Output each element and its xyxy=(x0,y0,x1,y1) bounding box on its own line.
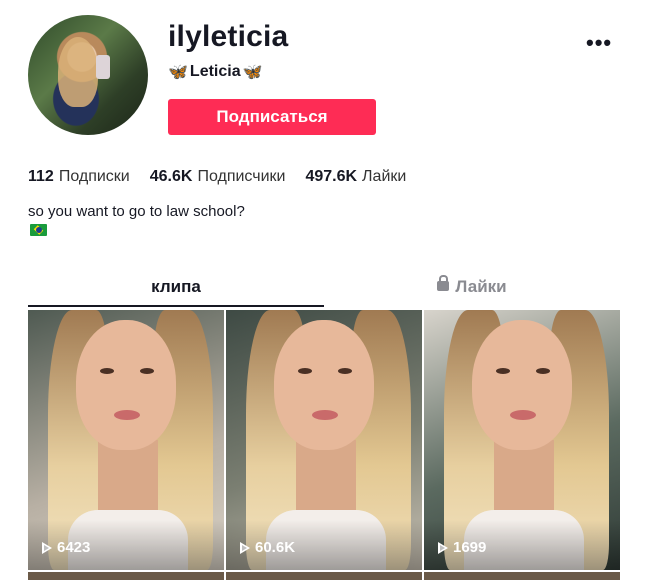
brazil-flag-icon xyxy=(30,224,47,236)
stat-label: Подписки xyxy=(58,168,130,185)
stat-likes: 497.6K Лайки xyxy=(305,168,406,186)
butterfly-icon: 🦋 xyxy=(168,64,188,81)
view-count: 1699 xyxy=(438,539,486,556)
butterfly-icon: 🦋 xyxy=(242,64,263,81)
stat-value: 112 xyxy=(28,168,54,185)
video-thumbnail[interactable]: 1699 xyxy=(424,310,620,570)
tab-liked[interactable]: Лайки xyxy=(324,272,620,307)
play-icon xyxy=(42,541,52,554)
nickname: 🦋 Leticia 🦋 xyxy=(168,62,263,82)
bio-text: so you want to go to law school? xyxy=(28,203,245,220)
view-count-value: 60.6K xyxy=(255,539,296,556)
more-options-icon[interactable]: ••• xyxy=(586,30,612,56)
stat-label: Лайки xyxy=(362,168,407,185)
view-count-value: 6423 xyxy=(57,539,91,556)
video-thumbnail[interactable]: 6423 xyxy=(28,310,224,570)
stat-label: Подписчики xyxy=(197,168,286,185)
avatar-hair xyxy=(58,37,98,107)
video-thumbnail-next-row[interactable] xyxy=(226,572,422,580)
stat-value: 46.6K xyxy=(149,168,193,185)
profile-tabs: клипа Лайки xyxy=(28,272,620,307)
tab-videos[interactable]: клипа xyxy=(28,272,324,307)
tab-liked-label: Лайки xyxy=(455,277,507,296)
follow-button[interactable]: Подписаться xyxy=(168,99,376,135)
view-count: 60.6K xyxy=(240,539,295,556)
avatar-phone xyxy=(96,55,110,79)
view-count-value: 1699 xyxy=(453,539,487,556)
video-thumbnail-next-row[interactable] xyxy=(28,572,224,580)
nickname-text: Leticia xyxy=(189,63,241,80)
tab-videos-label: клипа xyxy=(151,277,201,296)
play-icon xyxy=(240,541,250,554)
lock-icon xyxy=(437,275,450,291)
video-grid: 6423 60.6K 1699 xyxy=(28,310,620,580)
video-thumbnail[interactable]: 60.6K xyxy=(226,310,422,570)
stat-value: 497.6K xyxy=(305,168,358,185)
video-thumbnail-next-row[interactable] xyxy=(424,572,620,580)
stat-followers[interactable]: 46.6K Подписчики xyxy=(150,168,286,186)
stat-following[interactable]: 112 Подписки xyxy=(28,168,130,186)
play-icon xyxy=(438,541,448,554)
username: ilyleticia xyxy=(168,20,289,53)
view-count: 6423 xyxy=(42,539,90,556)
profile-stats: 112 Подписки 46.6K Подписчики 497.6K Лайки xyxy=(28,168,406,186)
avatar[interactable] xyxy=(28,15,148,135)
